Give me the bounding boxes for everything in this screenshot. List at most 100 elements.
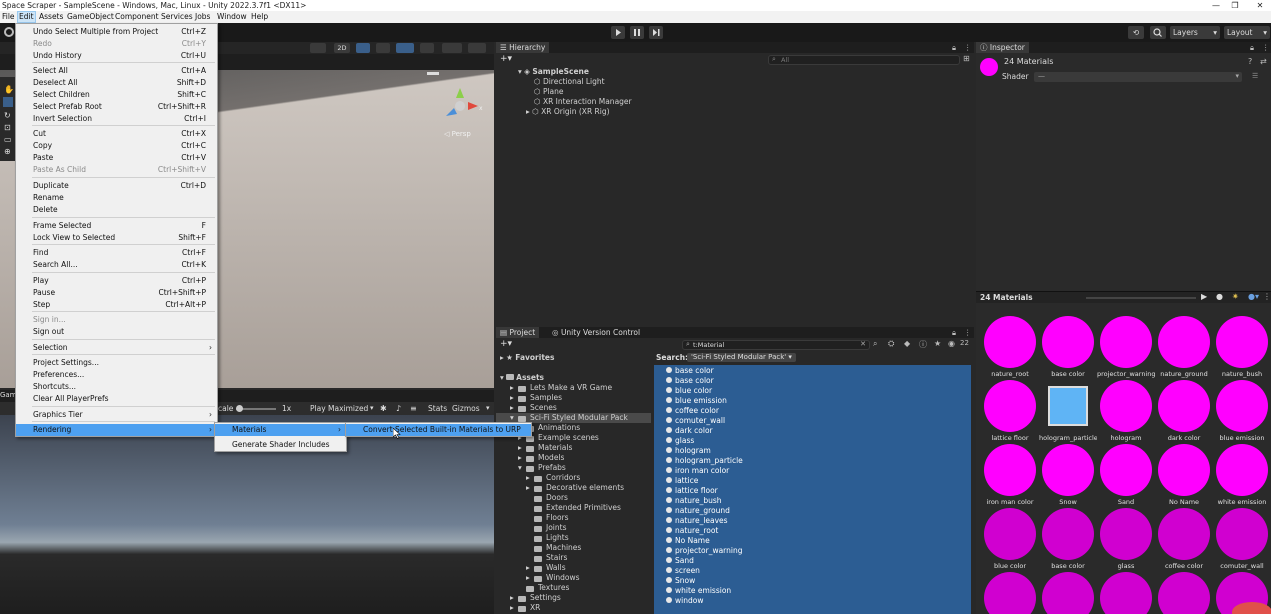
more-icon[interactable]: ⋮: [964, 42, 972, 53]
folder-item[interactable]: Doors: [496, 493, 651, 503]
expand-icon[interactable]: ▸: [526, 563, 530, 573]
menu-item-lock-view-to-selected[interactable]: Lock View to Selected Shift+F: [16, 232, 217, 244]
folder-item[interactable]: ▸ XR: [496, 603, 651, 613]
menu-component[interactable]: Component: [114, 12, 160, 22]
result-item[interactable]: blue color: [666, 386, 712, 396]
settings-icon[interactable]: ⇄: [1260, 57, 1267, 66]
rotate-tool-icon[interactable]: ↻: [4, 111, 11, 120]
clear-search-icon[interactable]: ✕: [860, 340, 866, 348]
stats-button[interactable]: Stats: [428, 404, 447, 413]
result-item[interactable]: hologram: [666, 446, 711, 456]
result-item[interactable]: coffee color: [666, 406, 719, 416]
mesh-preview-icon[interactable]: ●▾: [1248, 292, 1259, 301]
result-item[interactable]: white emission: [666, 586, 731, 596]
material-thumbnail[interactable]: dark color: [1155, 380, 1213, 442]
material-thumbnail[interactable]: coffee color: [1155, 508, 1213, 570]
audio-icon[interactable]: [376, 43, 390, 53]
menu-item-project-settings[interactable]: Project Settings...: [16, 357, 217, 369]
menu-assets[interactable]: Assets: [38, 12, 64, 22]
material-thumbnail[interactable]: projector_warning: [1097, 316, 1155, 378]
menu-item-deselect-all[interactable]: Deselect All Shift+D: [16, 77, 217, 89]
folder-item[interactable]: ▸ Windows: [496, 573, 651, 583]
menu-item-play[interactable]: Play Ctrl+P: [16, 275, 217, 287]
folder-item[interactable]: ▸ Corridors: [496, 473, 651, 483]
menu-edit[interactable]: Edit: [17, 11, 36, 23]
scale-tool-icon[interactable]: ⊡: [4, 123, 11, 132]
project-search-input[interactable]: ⌕ t:Material ✕: [682, 340, 870, 350]
material-thumbnail[interactable]: comuter_wall: [1213, 508, 1271, 570]
menu-window[interactable]: Window: [216, 12, 248, 22]
expand-icon[interactable]: ▸: [510, 383, 514, 393]
result-item[interactable]: lattice floor: [666, 486, 718, 496]
expand-icon[interactable]: ▸: [518, 443, 522, 453]
menu-item-undo-history[interactable]: Undo History Ctrl+U: [16, 50, 217, 62]
menu-item-cut[interactable]: Cut Ctrl+X: [16, 128, 217, 140]
more-icon[interactable]: ⋮: [964, 327, 972, 338]
play-preview-icon[interactable]: ▶: [1201, 292, 1207, 301]
expand-icon[interactable]: ▾: [518, 463, 522, 473]
material-thumbnail[interactable]: base color: [1039, 508, 1097, 570]
folder-item[interactable]: ▸ Decorative elements: [496, 483, 651, 493]
result-item[interactable]: iron man color: [666, 466, 729, 476]
search-button[interactable]: [1150, 26, 1166, 39]
notification-badge[interactable]: [1232, 602, 1271, 614]
material-thumbnail[interactable]: base color: [1039, 316, 1097, 378]
hierarchy-search-input[interactable]: ⌕ All: [768, 55, 960, 65]
material-thumbnail[interactable]: [1039, 572, 1097, 614]
shader-dropdown[interactable]: — ▾: [1034, 72, 1242, 82]
folder-item[interactable]: ▸ Scenes: [496, 403, 651, 413]
menu-icon[interactable]: ≡: [410, 404, 417, 413]
result-item[interactable]: projector_warning: [666, 546, 743, 556]
lock-icon[interactable]: 🔒︎: [952, 327, 956, 338]
menu-item-step[interactable]: Step Ctrl+Alt+P: [16, 299, 217, 311]
menu-item-invert-selection[interactable]: Invert Selection Ctrl+I: [16, 113, 217, 125]
add-icon[interactable]: +▾: [500, 339, 512, 349]
folder-item[interactable]: Machines: [496, 543, 651, 553]
menu-file[interactable]: File: [1, 12, 16, 22]
result-item[interactable]: comuter_wall: [666, 416, 725, 426]
effects-icon[interactable]: [396, 43, 414, 53]
scale-slider[interactable]: [236, 405, 276, 412]
result-item[interactable]: hologram_particle: [666, 456, 743, 466]
folder-item[interactable]: Joints: [496, 523, 651, 533]
menu-item-graphics-tier[interactable]: Graphics Tier ›: [16, 409, 217, 421]
lock-icon[interactable]: 🔒︎: [952, 42, 956, 53]
persp-label[interactable]: ◁ Persp: [444, 130, 471, 138]
folder-item[interactable]: Stairs: [496, 553, 651, 563]
menu-item-generate-shader-includes[interactable]: Generate Shader Includes: [215, 439, 346, 451]
expand-icon[interactable]: ▸: [510, 403, 514, 413]
filter-icon[interactable]: ⊞: [963, 54, 970, 63]
lock-icon[interactable]: 🔒︎: [1250, 42, 1254, 53]
menu-item-paste[interactable]: Paste Ctrl+V: [16, 152, 217, 164]
audio-icon[interactable]: ♪: [396, 404, 401, 413]
hierarchy-item[interactable]: ⬡ Plane: [534, 87, 564, 97]
expand-icon[interactable]: ▸: [510, 603, 514, 613]
menu-item-select-all[interactable]: Select All Ctrl+A: [16, 65, 217, 77]
folder-item[interactable]: ▸ Lets Make a VR Game: [496, 383, 651, 393]
folder-item[interactable]: ▾ Prefabs: [496, 463, 651, 473]
result-item[interactable]: dark color: [666, 426, 713, 436]
hierarchy-item[interactable]: ⬡ XR Interaction Manager: [534, 97, 632, 107]
assets-node[interactable]: ▾ Assets: [500, 373, 544, 382]
maximize-icon[interactable]: ❐: [1228, 0, 1242, 11]
folder-item[interactable]: Lights: [496, 533, 651, 543]
close-icon[interactable]: ✕: [1253, 0, 1267, 11]
result-item[interactable]: nature_leaves: [666, 516, 728, 526]
material-thumbnail[interactable]: blue emission: [1213, 380, 1271, 442]
transform-tool-icon[interactable]: ⊕: [4, 147, 11, 156]
material-thumbnail[interactable]: [1155, 572, 1213, 614]
menu-item-delete[interactable]: Delete: [16, 204, 217, 216]
version-control-tab[interactable]: ◎ Unity Version Control: [548, 327, 644, 338]
folder-item[interactable]: Floors: [496, 513, 651, 523]
material-thumbnail[interactable]: Sand: [1097, 444, 1155, 506]
material-thumbnail[interactable]: hologram: [1097, 380, 1155, 442]
folder-item[interactable]: ▸ Walls: [496, 563, 651, 573]
menu-item-frame-selected[interactable]: Frame Selected F: [16, 220, 217, 232]
menu-item-duplicate[interactable]: Duplicate Ctrl+D: [16, 180, 217, 192]
label-filter-icon[interactable]: ◆: [904, 339, 910, 348]
menu-item-find[interactable]: Find Ctrl+F: [16, 247, 217, 259]
result-item[interactable]: Snow: [666, 576, 695, 586]
result-item[interactable]: nature_root: [666, 526, 718, 536]
result-item[interactable]: blue emission: [666, 396, 727, 406]
favorites-node[interactable]: ▸ ★ Favorites: [500, 353, 554, 362]
